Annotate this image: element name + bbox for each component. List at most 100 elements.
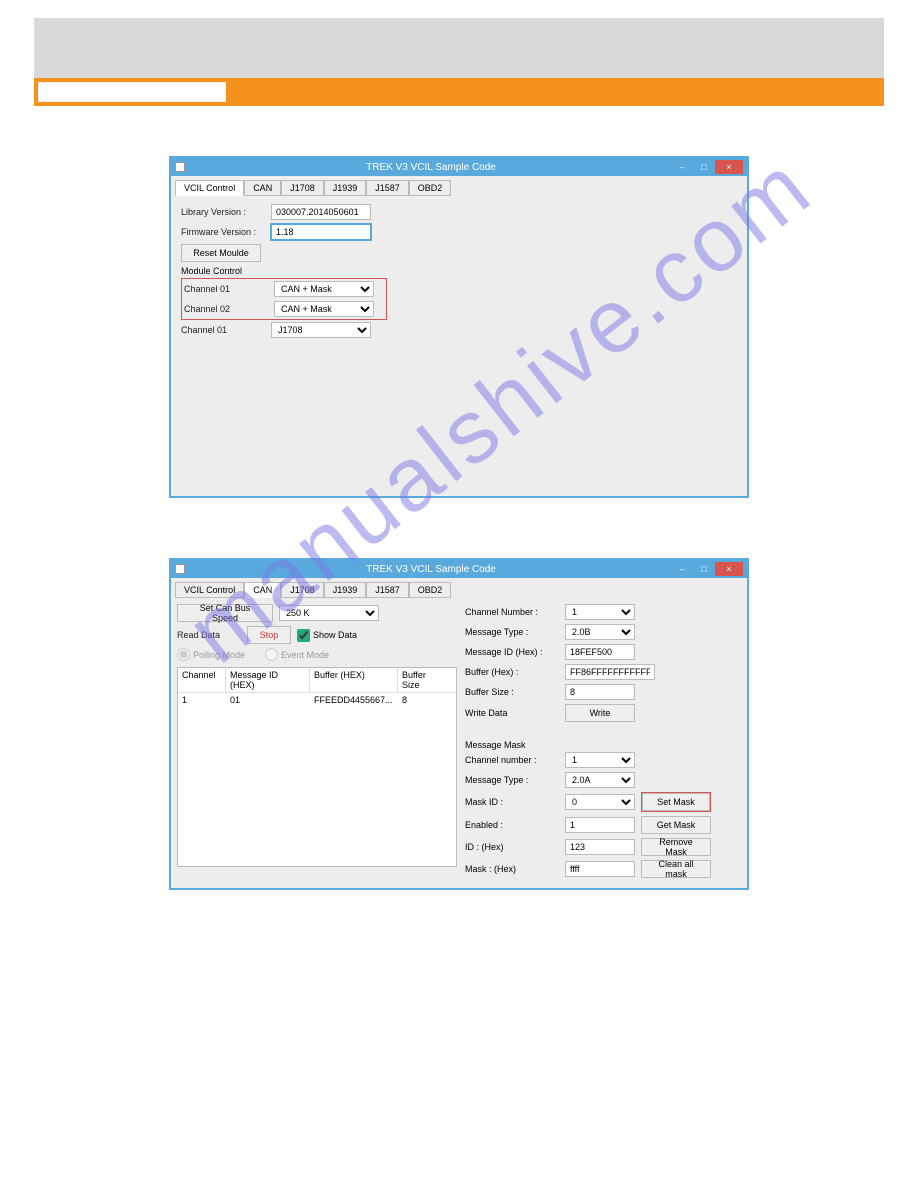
clean-all-mask-button[interactable]: Clean all mask (641, 860, 711, 878)
mask-id-select[interactable]: 0 (565, 794, 635, 810)
minimize-button[interactable]: – (671, 160, 693, 174)
tab-j1708[interactable]: J1708 (281, 582, 324, 598)
tab-j1587[interactable]: J1587 (366, 582, 409, 598)
msg-id-input[interactable] (565, 644, 635, 660)
read-data-label: Read Data (177, 630, 247, 640)
buffer-input[interactable] (565, 664, 655, 680)
panel-1: Library Version : Firmware Version : Res… (171, 196, 747, 496)
fw-version-label: Firmware Version : (181, 227, 271, 237)
set-can-speed-button[interactable]: Set Can Bus Speed (177, 604, 273, 622)
reset-module-button[interactable]: Reset Moulde (181, 244, 261, 262)
close-button[interactable]: × (715, 160, 743, 174)
get-mask-button[interactable]: Get Mask (641, 816, 711, 834)
ch01b-label: Channel 01 (181, 325, 271, 335)
remove-mask-button[interactable]: Remove Mask (641, 838, 711, 856)
cell-msgid: 01 (226, 693, 310, 707)
maximize-button[interactable]: □ (693, 160, 715, 174)
channel-highlight-box: Channel 01 CAN + Mask Channel 02 CAN + M… (181, 278, 387, 320)
enabled-input[interactable] (565, 817, 635, 833)
mask-hex-input[interactable] (565, 861, 635, 877)
ch02-select[interactable]: CAN + Mask (274, 301, 374, 317)
write-data-label: Write Data (465, 708, 565, 718)
lib-version-label: Library Version : (181, 207, 271, 217)
ch02-label: Channel 02 (184, 304, 274, 314)
ch01-row: Channel 01 CAN + Mask (184, 281, 384, 297)
mask-id-label: Mask ID : (465, 797, 565, 807)
app-icon (175, 564, 185, 574)
reset-row: Reset Moulde (181, 244, 737, 262)
window-buttons: – □ × (671, 160, 743, 174)
titlebar-1[interactable]: TREK V3 VCIL Sample Code – □ × (171, 158, 747, 176)
tab-j1708[interactable]: J1708 (281, 180, 324, 196)
mask-hex-row: Mask : (Hex) Clean all mask (465, 860, 741, 878)
m-ch-select[interactable]: 1 (565, 752, 635, 768)
tabs-2: VCIL Control CAN J1708 J1939 J1587 OBD2 (171, 578, 747, 598)
m-type-select[interactable]: 2.0A (565, 772, 635, 788)
lib-version-row: Library Version : (181, 204, 737, 220)
listview-row[interactable]: 1 01 FFEEDD4455667... 8 (178, 693, 456, 707)
listview-header: Channel Message ID (HEX) Buffer (HEX) Bu… (178, 668, 456, 693)
m-type-row: Message Type : 2.0A (465, 772, 741, 788)
mask-hex-label: Mask : (Hex) (465, 864, 565, 874)
ch01-label: Channel 01 (184, 284, 274, 294)
tab-can[interactable]: CAN (244, 582, 281, 598)
tab-j1587[interactable]: J1587 (366, 180, 409, 196)
ch01b-select[interactable]: J1708 (271, 322, 371, 338)
write-button[interactable]: Write (565, 704, 635, 722)
content: TREK V3 VCIL Sample Code – □ × VCIL Cont… (0, 106, 918, 890)
ch01-select[interactable]: CAN + Mask (274, 281, 374, 297)
set-mask-button[interactable]: Set Mask (642, 793, 710, 811)
polling-mode-label: Polling Mode (193, 650, 245, 660)
mode-row: Polling Mode Event Mode (177, 648, 457, 661)
id-hex-row: ID : (Hex) Remove Mask (465, 838, 741, 856)
minimize-button[interactable]: – (671, 562, 693, 576)
app-icon (175, 162, 185, 172)
ch-num-row: Channel Number : 1 (465, 604, 741, 620)
m-ch-label: Channel number : (465, 755, 565, 765)
tab-j1939[interactable]: J1939 (324, 180, 367, 196)
msg-type-label: Message Type : (465, 627, 565, 637)
fw-version-input[interactable] (271, 224, 371, 240)
tab-j1939[interactable]: J1939 (324, 582, 367, 598)
page: manualshive.com TREK V3 VCIL Sample Code… (0, 18, 918, 890)
titlebar-2[interactable]: TREK V3 VCIL Sample Code – □ × (171, 560, 747, 578)
msg-id-row: Message ID (Hex) : (465, 644, 741, 660)
tab-obd2[interactable]: OBD2 (409, 180, 452, 196)
lib-version-input[interactable] (271, 204, 371, 220)
show-data-checkbox[interactable] (297, 629, 310, 642)
data-listview[interactable]: Channel Message ID (HEX) Buffer (HEX) Bu… (177, 667, 457, 867)
close-button[interactable]: × (715, 562, 743, 576)
col-bufsize: Buffer Size (398, 668, 448, 692)
mask-id-row: Mask ID : 0 Set Mask (465, 792, 741, 812)
ch-num-select[interactable]: 1 (565, 604, 635, 620)
col-buffer: Buffer (HEX) (310, 668, 398, 692)
tab-vcil-control[interactable]: VCIL Control (175, 180, 244, 196)
right-pane: Channel Number : 1 Message Type : 2.0B M… (465, 604, 741, 882)
tab-vcil-control[interactable]: VCIL Control (175, 582, 244, 598)
buffer-label: Buffer (Hex) : (465, 667, 565, 677)
buffer-size-input[interactable] (565, 684, 635, 700)
id-hex-input[interactable] (565, 839, 635, 855)
tab-can[interactable]: CAN (244, 180, 281, 196)
stop-button[interactable]: Stop (247, 626, 291, 644)
show-data-label: Show Data (313, 630, 357, 640)
msg-type-row: Message Type : 2.0B (465, 624, 741, 640)
write-data-row: Write Data Write (465, 704, 741, 722)
speed-select[interactable]: 250 K (279, 605, 379, 621)
event-mode-label: Event Mode (281, 650, 329, 660)
msg-type-select[interactable]: 2.0B (565, 624, 635, 640)
event-mode-radio (265, 648, 278, 661)
msg-id-label: Message ID (Hex) : (465, 647, 565, 657)
ch02-row: Channel 02 CAN + Mask (184, 301, 384, 317)
maximize-button[interactable]: □ (693, 562, 715, 576)
enabled-label: Enabled : (465, 820, 565, 830)
app-window-1: TREK V3 VCIL Sample Code – □ × VCIL Cont… (169, 156, 749, 498)
read-data-row: Read Data Stop Show Data (177, 626, 457, 644)
id-hex-label: ID : (Hex) (465, 842, 565, 852)
tab-obd2[interactable]: OBD2 (409, 582, 452, 598)
header-band (34, 18, 884, 78)
buffer-size-label: Buffer Size : (465, 687, 565, 697)
left-pane: Set Can Bus Speed 250 K Read Data Stop S… (177, 604, 457, 882)
ch-num-label: Channel Number : (465, 607, 565, 617)
app-window-2: TREK V3 VCIL Sample Code – □ × VCIL Cont… (169, 558, 749, 890)
